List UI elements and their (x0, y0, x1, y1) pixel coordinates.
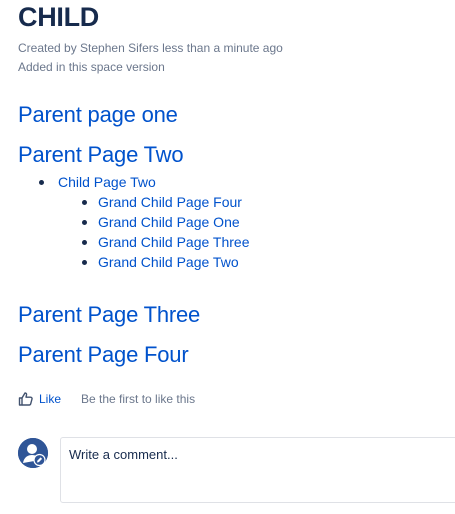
thumbs-up-icon[interactable] (18, 391, 34, 407)
grandchild-page-three-link[interactable]: Grand Child Page Three (98, 234, 250, 250)
grandchild-page-one-link[interactable]: Grand Child Page One (98, 214, 240, 230)
list-item: Grand Child Page Two (82, 252, 250, 272)
like-hint-text: Be the first to like this (81, 392, 196, 406)
page-byline: Created by Stephen Sifers less than a mi… (18, 41, 283, 55)
list-item: Grand Child Page One (82, 212, 250, 232)
child-page-two-link[interactable]: Child Page Two (58, 174, 156, 190)
grandchild-page-list: Grand Child Page Four Grand Child Page O… (82, 192, 250, 272)
page-version-note: Added in this space version (18, 60, 165, 74)
grandchild-page-four-link[interactable]: Grand Child Page Four (98, 194, 242, 210)
bullet-icon (39, 180, 44, 185)
like-bar: Like Be the first to like this (18, 390, 195, 408)
parent-page-one-link[interactable]: Parent page one (18, 102, 178, 128)
bullet-icon (82, 200, 87, 205)
grandchild-page-two-link[interactable]: Grand Child Page Two (98, 254, 239, 270)
parent-page-three-link[interactable]: Parent Page Three (18, 302, 200, 328)
bullet-icon (82, 220, 87, 225)
list-item: Grand Child Page Four (82, 192, 250, 212)
child-page-list: Child Page Two Grand Child Page Four Gra… (39, 172, 250, 272)
bullet-icon (82, 260, 87, 265)
page-title: CHILD (18, 2, 99, 32)
list-item: Grand Child Page Three (82, 232, 250, 252)
bullet-icon (82, 240, 87, 245)
list-item: Child Page Two Grand Child Page Four Gra… (39, 172, 250, 272)
comment-input[interactable] (60, 437, 455, 503)
parent-page-two-link[interactable]: Parent Page Two (18, 142, 184, 168)
parent-page-four-link[interactable]: Parent Page Four (18, 342, 189, 368)
like-button[interactable]: Like (39, 392, 61, 406)
default-user-avatar-icon (18, 438, 48, 468)
